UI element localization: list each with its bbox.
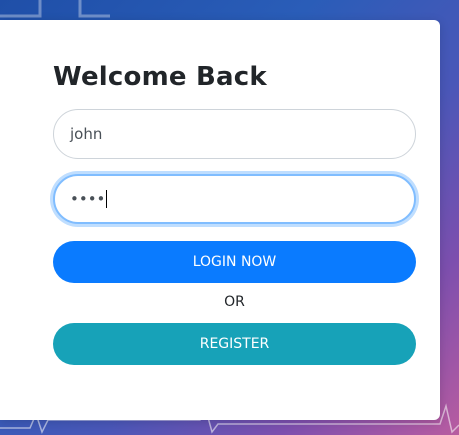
password-field[interactable]: •••• — [53, 174, 416, 224]
page-title: Welcome Back — [53, 62, 267, 92]
register-button[interactable]: REGISTER — [53, 323, 416, 365]
text-cursor — [106, 190, 108, 208]
login-button[interactable]: LOGIN NOW — [53, 241, 416, 283]
login-card: Welcome Back john •••• LOGIN NOW OR REGI… — [0, 20, 440, 420]
password-value: •••• — [70, 190, 106, 208]
username-value: john — [70, 125, 103, 143]
or-separator: OR — [224, 294, 245, 310]
username-field[interactable]: john — [53, 109, 416, 159]
